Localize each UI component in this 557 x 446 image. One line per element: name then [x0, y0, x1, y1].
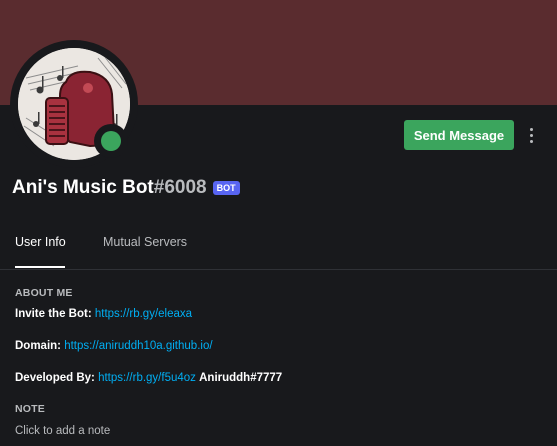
- developer-link[interactable]: https://rb.gy/f5u4oz: [98, 372, 196, 384]
- tab-mutual-servers[interactable]: Mutual Servers: [103, 235, 187, 249]
- profile-tabs: User Info Mutual Servers: [0, 225, 557, 270]
- invite-label: Invite the Bot:: [15, 308, 92, 320]
- bot-badge: BOT: [212, 181, 240, 195]
- username: Ani's Music Bot: [12, 177, 154, 198]
- tab-user-info[interactable]: User Info: [15, 235, 66, 249]
- discriminator: #6008: [153, 177, 207, 198]
- more-vertical-icon[interactable]: [522, 122, 540, 148]
- send-message-button[interactable]: Send Message: [404, 120, 514, 150]
- profile-name-row: Ani's Music Bot #6008 BOT: [12, 175, 240, 201]
- active-tab-indicator: [15, 266, 65, 268]
- domain-line: Domain: https://aniruddh10a.github.io/: [15, 340, 213, 352]
- developer-line: Developed By: https://rb.gy/f5u4oz Aniru…: [15, 372, 282, 384]
- domain-link[interactable]: https://aniruddh10a.github.io/: [64, 340, 212, 352]
- about-me-heading: ABOUT ME: [15, 287, 73, 299]
- invite-line: Invite the Bot: https://rb.gy/eleaxa: [15, 308, 192, 320]
- note-input[interactable]: Click to add a note: [15, 425, 110, 437]
- note-heading: NOTE: [15, 403, 45, 415]
- invite-link[interactable]: https://rb.gy/eleaxa: [95, 308, 192, 320]
- domain-label: Domain:: [15, 340, 61, 352]
- developer-label: Developed By:: [15, 372, 95, 384]
- online-status-icon: [101, 131, 121, 151]
- developer-name: Aniruddh#7777: [199, 372, 283, 384]
